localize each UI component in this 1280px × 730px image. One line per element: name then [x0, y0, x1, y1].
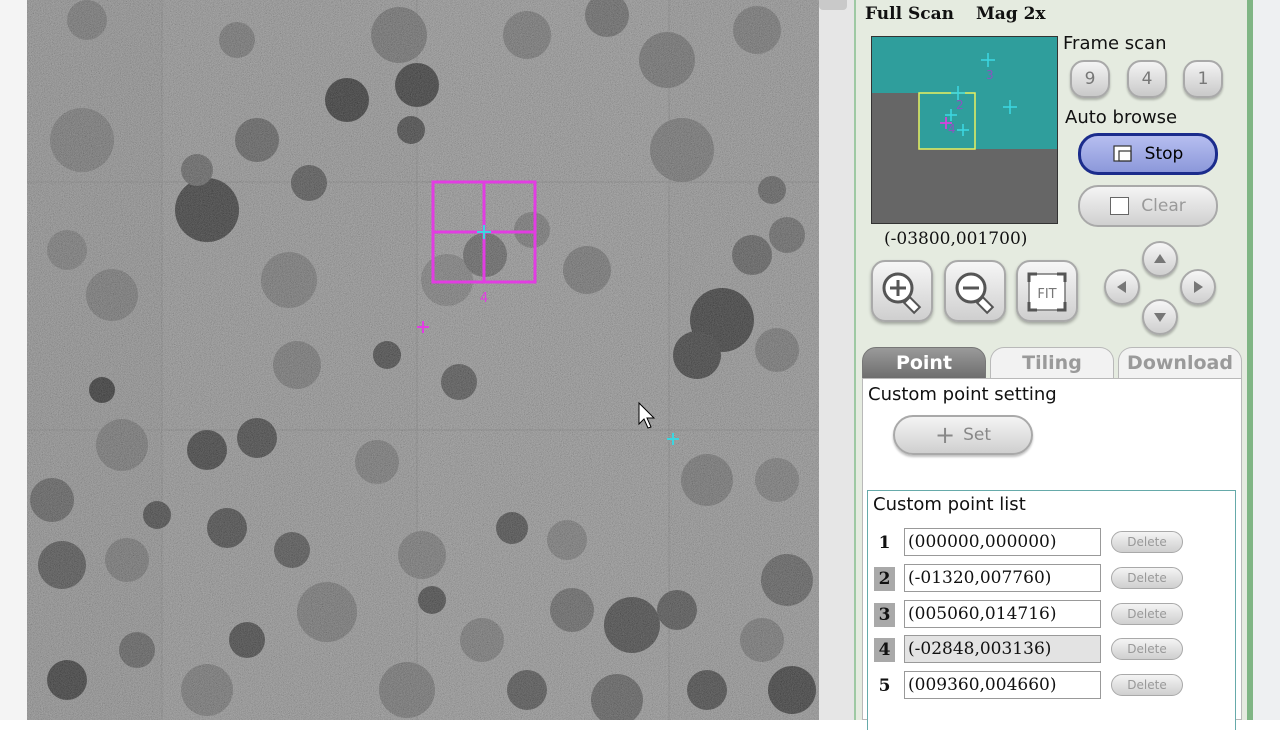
zoom-in-button[interactable] — [871, 260, 933, 322]
point-coords-field[interactable]: (009360,004660) — [904, 671, 1101, 699]
point-number: 5 — [878, 676, 891, 696]
pan-down-button[interactable] — [1142, 299, 1178, 335]
frame-scan-9-button[interactable]: 9 — [1070, 60, 1110, 98]
pan-left-button[interactable] — [1104, 269, 1140, 305]
point-number: 2 — [874, 567, 895, 591]
point-coords-field[interactable]: (-01320,007760) — [904, 564, 1101, 592]
zoom-out-button[interactable] — [944, 260, 1006, 322]
fit-label: FIT — [1037, 287, 1056, 302]
scan-mode-label: Full Scan — [865, 4, 954, 24]
delete-point-button[interactable]: Delete — [1111, 638, 1183, 660]
set-button-label: Set — [963, 425, 992, 445]
clear-button[interactable]: Clear — [1078, 185, 1218, 227]
delete-point-button[interactable]: Delete — [1111, 603, 1183, 625]
stop-button[interactable]: Stop — [1078, 133, 1218, 175]
stop-button-label: Stop — [1144, 144, 1184, 164]
zoom-out-icon — [955, 272, 995, 315]
point-number: 3 — [874, 603, 895, 627]
overview-map[interactable]: 3 2 4 — [871, 36, 1058, 224]
clear-button-label: Clear — [1141, 196, 1186, 216]
list-item: 5 (009360,004660) Delete — [868, 671, 1237, 701]
arrow-up-icon — [1154, 254, 1166, 263]
micrograph-canvas[interactable]: 4 — [27, 0, 819, 720]
point-coords-field[interactable]: (-02848,003136) — [904, 635, 1101, 663]
arrow-right-icon — [1194, 281, 1203, 293]
scrollbar-thumb[interactable] — [819, 0, 847, 10]
arrow-left-icon — [1117, 281, 1126, 293]
panel-header: Full Scan Mag 2x — [865, 4, 1068, 24]
position-readout: (-03800,001700) — [884, 229, 1028, 249]
pan-right-button[interactable] — [1180, 269, 1216, 305]
image-viewer[interactable]: 4 — [27, 0, 819, 720]
custom-point-list-title: Custom point list — [873, 494, 1026, 515]
magnification-label: Mag 2x — [975, 4, 1046, 24]
auto-browse-label: Auto browse — [1065, 107, 1178, 128]
zoom-in-icon — [882, 272, 922, 315]
scrollbar-track[interactable] — [819, 0, 854, 720]
list-item: 3 (005060,014716) Delete — [868, 600, 1237, 630]
plus-icon: + — [934, 421, 956, 449]
overview-label: 4 — [948, 122, 956, 136]
left-strip — [0, 0, 27, 720]
control-panel: Full Scan Mag 2x 3 2 4 (-03800,001700) Fr… — [854, 0, 1247, 730]
overview-label: 2 — [956, 98, 964, 112]
delete-point-button[interactable]: Delete — [1111, 531, 1183, 553]
image-grain — [27, 0, 819, 720]
delete-point-button[interactable]: Delete — [1111, 674, 1183, 696]
point-coords-field[interactable]: (000000,000000) — [904, 528, 1101, 556]
tab-download[interactable]: Download — [1118, 347, 1242, 379]
point-number: 1 — [878, 533, 891, 553]
tab-point[interactable]: Point — [862, 347, 986, 379]
point-number: 4 — [874, 638, 895, 662]
selection-marker-label: 4 — [480, 291, 488, 306]
set-point-button[interactable]: + Set — [893, 415, 1033, 455]
arrow-down-icon — [1154, 313, 1166, 322]
tab-tiling[interactable]: Tiling — [990, 347, 1114, 379]
list-item: 1 (000000,000000) Delete — [868, 528, 1237, 558]
fit-button[interactable]: FIT — [1016, 260, 1078, 322]
checkbox-icon — [1110, 197, 1130, 215]
custom-point-setting-title: Custom point setting — [868, 384, 1057, 405]
overview-label: 3 — [986, 68, 994, 82]
pan-up-button[interactable] — [1142, 241, 1178, 277]
point-tab-panel: Custom point setting + Set Custom point … — [862, 378, 1242, 730]
list-item: 4 (-02848,003136) Delete — [868, 635, 1237, 665]
window-edge — [1247, 0, 1280, 720]
frame-scan-4-button[interactable]: 4 — [1127, 60, 1167, 98]
stop-icon — [1113, 145, 1132, 162]
frame-scan-label: Frame scan — [1063, 33, 1167, 54]
frame-scan-1-button[interactable]: 1 — [1183, 60, 1223, 98]
delete-point-button[interactable]: Delete — [1111, 567, 1183, 589]
point-coords-field[interactable]: (005060,014716) — [904, 600, 1101, 628]
custom-point-list: Custom point list 1 (000000,000000) Dele… — [867, 490, 1236, 730]
list-item: 2 (-01320,007760) Delete — [868, 564, 1237, 594]
fit-icon: FIT — [1027, 272, 1067, 312]
